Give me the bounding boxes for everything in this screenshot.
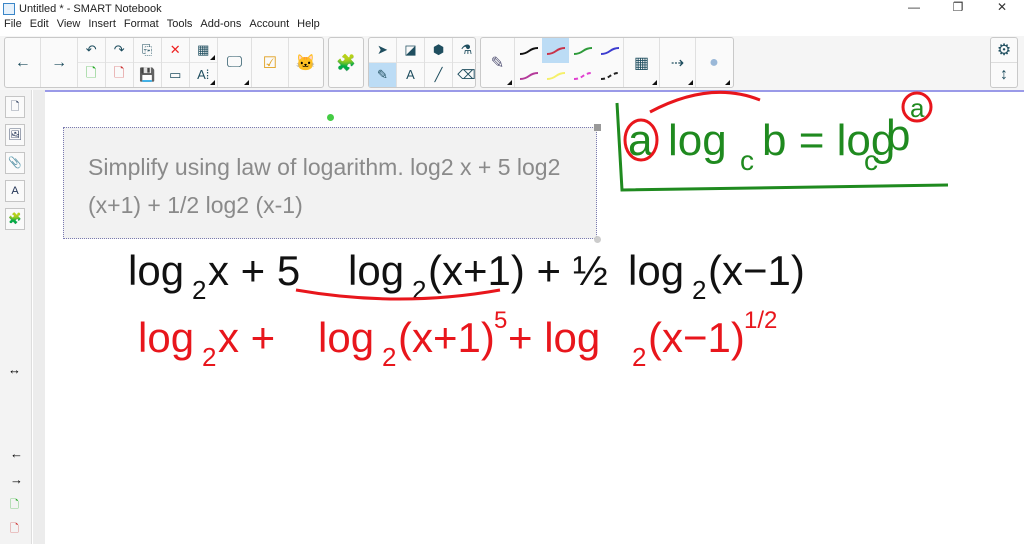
math-term: x + [218,314,275,361]
rule-log: log [668,116,727,165]
rule-base: c [740,145,754,176]
math-term: 2 [202,342,216,372]
math-term: + log [508,314,600,361]
math-term: log [128,247,184,294]
math-term: 2 [192,275,206,305]
math-term: log [348,247,404,294]
math-term: (x+1) + ½ [428,247,608,294]
math-term: 2 [382,342,396,372]
math-term: (x−1) [648,314,745,361]
math-term: (x−1) [708,247,805,294]
rule-base2: c [864,145,878,176]
math-term: 2 [412,275,426,305]
math-term: log [138,314,194,361]
expression-rewritten: log 2 x + log 2 (x+1) 5 + log 2 (x−1) 1/2 [138,307,777,372]
math-term: log [628,247,684,294]
handwriting-layer: a log c b = log c b a log 2 x + 5 log 2 (x+… [128,90,949,372]
math-term: 2 [692,275,706,305]
log-power-rule: a log c b = log c b a [615,90,949,192]
math-term: 1/2 [744,307,777,334]
math-term: 5 [494,307,507,334]
math-term: x + 5 [208,247,300,294]
math-term: 2 [632,342,646,372]
math-term: log [318,314,374,361]
math-term: (x+1) [398,314,495,361]
